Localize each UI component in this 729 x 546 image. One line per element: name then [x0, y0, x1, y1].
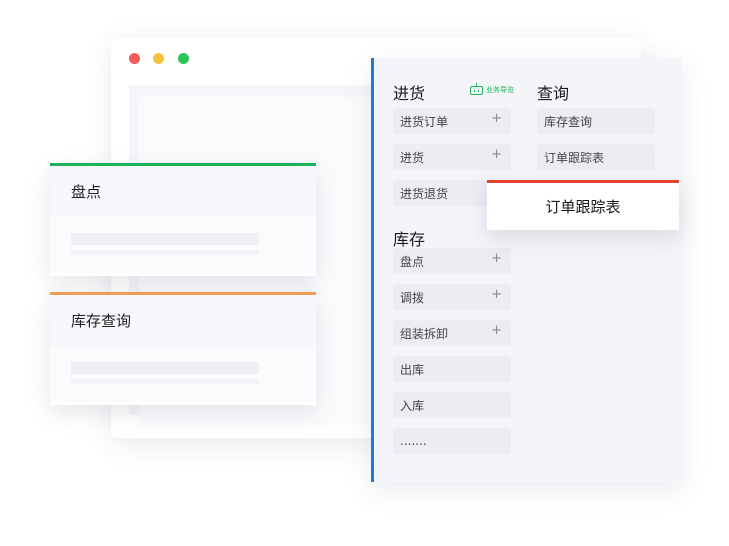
menu-item-order-tracking[interactable]: 订单跟踪表: [537, 144, 655, 170]
menu-item-outbound[interactable]: 出库: [393, 356, 511, 382]
maximize-window-dot[interactable]: [178, 53, 189, 64]
placeholder-line: [71, 379, 259, 384]
menu-item-label: 出库: [400, 362, 425, 377]
placeholder-line: [71, 250, 259, 255]
stocktake-card[interactable]: 盘点: [50, 163, 316, 276]
menu-item-transfer[interactable]: 调拨 +: [393, 284, 511, 310]
menu-item-purchase[interactable]: 进货 +: [393, 144, 511, 170]
plus-icon[interactable]: +: [491, 147, 502, 162]
order-tracking-popup-label: 订单跟踪表: [545, 198, 621, 216]
plus-icon[interactable]: +: [491, 111, 502, 126]
plus-icon[interactable]: +: [491, 251, 502, 266]
menu-item-label: 入库: [400, 398, 425, 413]
placeholder-line: [71, 362, 259, 374]
plus-icon[interactable]: +: [491, 323, 502, 338]
query-section-title: 查询: [537, 84, 570, 103]
menu-item-inbound[interactable]: 入库: [393, 392, 511, 418]
order-tracking-popup[interactable]: 订单跟踪表: [487, 180, 679, 230]
menu-item-label: 订单跟踪表: [544, 150, 605, 165]
menu-item-label: 进货退货: [400, 186, 449, 201]
menu-item-stocktake[interactable]: 盘点 +: [393, 248, 511, 274]
menu-item-label: 调拨: [400, 290, 425, 305]
plus-icon[interactable]: +: [491, 287, 502, 302]
menu-item-more[interactable]: .......: [393, 428, 511, 454]
menu-item-inventory-query[interactable]: 库存查询: [537, 108, 655, 134]
menu-item-label: 进货订单: [400, 114, 449, 129]
stocktake-card-title: 盘点: [50, 166, 316, 217]
placeholder-line: [71, 233, 259, 245]
inventory-query-card[interactable]: 库存查询: [50, 292, 316, 405]
menu-item-label: .......: [400, 434, 427, 448]
menu-item-label: 库存查询: [544, 114, 593, 129]
menu-item-label: 进货: [400, 150, 425, 165]
menu-panel: 进货 业务导览 进货订单 + 进货 + 进货退货 库存 盘点 + 调拨 + 组装…: [371, 58, 682, 482]
business-guide-label: 业务导览: [486, 86, 514, 94]
purchase-section-title: 进货: [393, 84, 426, 103]
robot-icon: [470, 82, 483, 95]
menu-item-purchase-order[interactable]: 进货订单 +: [393, 108, 511, 134]
menu-item-assembly[interactable]: 组装拆卸 +: [393, 320, 511, 346]
menu-item-label: 组装拆卸: [400, 326, 449, 341]
menu-item-label: 盘点: [400, 254, 425, 269]
minimize-window-dot[interactable]: [153, 53, 164, 64]
business-guide-badge[interactable]: 业务导览: [470, 82, 514, 95]
stock-section-title: 库存: [393, 230, 426, 249]
close-window-dot[interactable]: [129, 53, 140, 64]
inventory-query-card-body: [50, 346, 316, 402]
inventory-query-card-title: 库存查询: [50, 295, 316, 346]
stocktake-card-body: [50, 217, 316, 273]
